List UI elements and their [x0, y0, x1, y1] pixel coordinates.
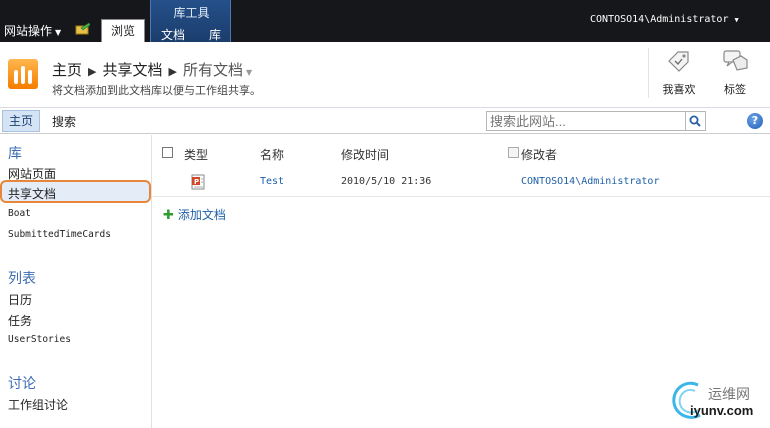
powerpoint-document-icon: P: [191, 174, 205, 190]
nav-item-site-pages[interactable]: 网站页面: [8, 165, 56, 182]
column-header-modified-by[interactable]: 修改者: [521, 146, 557, 163]
document-modified-time: 2010/5/10 21:36: [341, 176, 432, 187]
watermark-site-name: 运维网: [708, 387, 750, 403]
edit-page-icon[interactable]: [75, 22, 91, 35]
topnav-search[interactable]: 搜索: [52, 113, 76, 130]
user-menu[interactable]: CONTOSO14\Administrator ▼: [590, 14, 739, 25]
column-header-modified[interactable]: 修改时间: [341, 146, 389, 163]
site-search-input[interactable]: [486, 111, 686, 131]
column-header-name[interactable]: 名称: [260, 146, 284, 163]
column-header-type[interactable]: 类型: [184, 146, 208, 163]
chevron-down-icon: ▼: [55, 28, 62, 37]
nav-item-team-discussion[interactable]: 工作组讨论: [8, 396, 68, 413]
tab-browse[interactable]: 浏览: [101, 19, 145, 42]
document-name-link[interactable]: Test: [260, 176, 284, 187]
add-document-link[interactable]: ✚ 添加文档: [163, 206, 226, 223]
quick-launch: 库 网站页面 共享文档 Boat SubmittedTimeCards 列表 日…: [0, 135, 152, 428]
breadcrumb-view-selector[interactable]: 所有文档: [183, 61, 243, 79]
chevron-down-icon[interactable]: ▼: [246, 68, 252, 77]
nav-item-tasks[interactable]: 任务: [8, 312, 32, 329]
like-tag-icon: [668, 51, 689, 72]
tab-documents[interactable]: 文档: [161, 26, 185, 43]
tags-notes-button[interactable]: 标签: [710, 46, 760, 102]
topnav-home[interactable]: 主页: [2, 110, 41, 132]
user-name: CONTOSO14\Administrator: [590, 14, 729, 25]
search-icon: [689, 115, 701, 127]
site-actions-label: 网站操作: [4, 24, 53, 38]
tab-library[interactable]: 库: [209, 26, 221, 43]
help-icon[interactable]: ?: [747, 113, 763, 129]
breadcrumb-shared-documents[interactable]: 共享文档: [102, 61, 162, 79]
nav-item-boat[interactable]: Boat: [8, 208, 31, 219]
add-plus-icon: ✚: [163, 208, 174, 223]
page-description: 将文档添加到此文档库以便与工作组共享。: [52, 84, 261, 97]
nav-heading-libraries[interactable]: 库: [8, 143, 22, 163]
top-navigation: 主页 搜索 ?: [0, 109, 770, 134]
site-logo-icon[interactable]: [8, 59, 38, 89]
nav-item-submitted-time-cards[interactable]: SubmittedTimeCards: [8, 229, 111, 240]
nav-heading-lists[interactable]: 列表: [8, 268, 36, 288]
nav-item-calendar[interactable]: 日历: [8, 291, 32, 308]
modified-by-checkbox: [508, 147, 519, 158]
like-label: 我喜欢: [662, 83, 696, 96]
breadcrumb-home[interactable]: 主页: [52, 61, 82, 79]
library-tools-group: 库工具 文档 库: [150, 0, 231, 42]
tags-note-icon: [723, 50, 748, 71]
add-document-label: 添加文档: [177, 208, 226, 222]
select-all-checkbox[interactable]: [162, 147, 173, 158]
nav-item-user-stories[interactable]: UserStories: [8, 334, 71, 345]
breadcrumb: 主页 ▶ 共享文档 ▶ 所有文档 ▼: [52, 59, 252, 80]
nav-item-shared-documents[interactable]: 共享文档: [8, 185, 56, 202]
table-row[interactable]: P Test 2010/5/10 21:36 CONTOSO14\Adminis…: [153, 169, 770, 197]
document-modified-by-link[interactable]: CONTOSO14\Administrator: [521, 176, 659, 187]
library-tools-title: 库工具: [173, 6, 210, 20]
site-actions-menu[interactable]: 网站操作 ▼: [4, 22, 61, 39]
title-area: 主页 ▶ 共享文档 ▶ 所有文档 ▼ 将文档添加到此文档库以便与工作组共享。 我喜欢 标签: [0, 42, 770, 108]
watermark-url: iyunv.com: [690, 403, 754, 418]
ribbon: 网站操作 ▼ 浏览 库工具 文档 库 CONTOSO14\Administrato…: [0, 0, 770, 42]
like-button[interactable]: 我喜欢: [654, 46, 704, 102]
breadcrumb-separator-icon: ▶: [168, 65, 177, 78]
nav-heading-discussions[interactable]: 讨论: [8, 373, 36, 393]
search-button[interactable]: [686, 111, 706, 131]
divider: [648, 48, 649, 98]
svg-text:P: P: [194, 178, 199, 186]
chevron-down-icon: ▼: [734, 16, 739, 24]
tags-label: 标签: [724, 83, 746, 96]
breadcrumb-separator-icon: ▶: [88, 65, 97, 78]
